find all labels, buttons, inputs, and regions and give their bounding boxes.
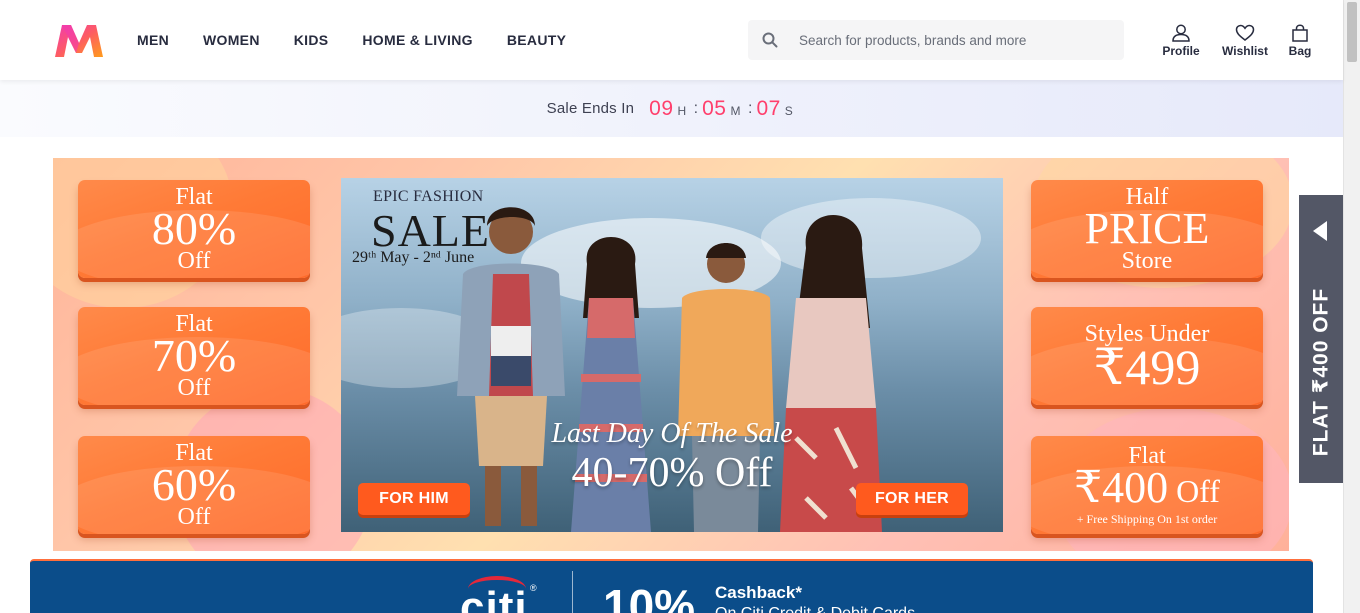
- search-bar[interactable]: [748, 20, 1124, 60]
- tile-big-text: 80%: [151, 203, 237, 254]
- sale-ends-label: Sale Ends In: [546, 100, 635, 117]
- profile-button[interactable]: Profile: [1155, 24, 1207, 64]
- myntra-logo-icon[interactable]: [53, 23, 105, 59]
- last-day-text: Last Day Of The Sale: [551, 418, 793, 449]
- tile-bottom-text: Off: [177, 375, 211, 401]
- header-actions: Profile Wishlist Bag: [1155, 24, 1317, 64]
- timer-separator: :: [747, 99, 753, 117]
- wishlist-button[interactable]: Wishlist: [1217, 24, 1273, 64]
- nav-beauty[interactable]: BEAUTY: [507, 32, 566, 48]
- for-her-button[interactable]: FOR HER: [856, 483, 968, 515]
- sale-dates: 29ᵗʰ May - 2ⁿᵈ June: [352, 249, 475, 266]
- cashback-subtitle: On Citi Credit & Debit Cards: [715, 605, 915, 613]
- wishlist-label: Wishlist: [1222, 44, 1268, 58]
- tile-flat-400-off[interactable]: Flat ₹400 Off + Free Shipping On 1st ord…: [1031, 436, 1263, 534]
- registered-mark: ®: [530, 583, 537, 593]
- bag-button[interactable]: Bag: [1283, 24, 1317, 64]
- profile-icon: [1172, 24, 1190, 42]
- tile-bottom-text: Off: [177, 504, 211, 530]
- timer-minutes-unit: M: [730, 103, 741, 118]
- citi-offer-banner[interactable]: citi ® 10% Cashback* On Citi Credit & De…: [30, 559, 1313, 613]
- tile-flat-80-off[interactable]: Flat 80% Off: [78, 180, 310, 278]
- tile-bottom-text: Off: [177, 248, 211, 274]
- hero-banner[interactable]: Flat 80% Off Flat 70% Off Flat 60% Off E…: [53, 158, 1289, 551]
- timer-separator: :: [693, 99, 699, 117]
- tile-big-text: ₹499: [1093, 339, 1201, 395]
- nav-kids[interactable]: KIDS: [294, 32, 329, 48]
- tile-styles-under-499[interactable]: Styles Under ₹499: [1031, 307, 1263, 405]
- site-header: MEN WOMEN KIDS HOME & LIVING BEAUTY Prof…: [0, 0, 1343, 80]
- for-him-button[interactable]: FOR HIM: [358, 483, 470, 515]
- main-nav: MEN WOMEN KIDS HOME & LIVING BEAUTY: [137, 0, 600, 80]
- tile-big-text: ₹400 Off: [1074, 465, 1220, 512]
- sale-timer-bar: Sale Ends In 09 H : 05 M : 07 S: [0, 80, 1343, 137]
- tile-big-text: 60%: [151, 459, 237, 510]
- citi-logo: citi: [460, 583, 528, 613]
- tile-flat-60-off[interactable]: Flat 60% Off: [78, 436, 310, 534]
- heart-icon: [1235, 24, 1255, 41]
- timer-seconds: 07: [756, 96, 781, 120]
- scrollbar-thumb[interactable]: [1347, 2, 1357, 62]
- cashback-percent: 10%: [603, 580, 696, 613]
- cashback-label: Cashback*: [715, 583, 802, 602]
- collapse-arrow-icon[interactable]: [1313, 221, 1327, 241]
- nav-men[interactable]: MEN: [137, 32, 169, 48]
- tile-big-amount: ₹400: [1074, 462, 1169, 512]
- flat-400-off-side-tab[interactable]: FLAT ₹400 OFF: [1299, 195, 1343, 483]
- tile-big-text: 70%: [151, 330, 237, 381]
- divider: [572, 571, 573, 613]
- hero-photo[interactable]: EPIC FASHION SALE 29ᵗʰ May - 2ⁿᵈ June La…: [341, 178, 1003, 532]
- nav-home-living[interactable]: HOME & LIVING: [362, 32, 472, 48]
- search-icon[interactable]: [748, 20, 792, 60]
- tile-big-text: PRICE: [1084, 204, 1210, 253]
- tile-bottom-text: Store: [1121, 248, 1173, 274]
- tile-note-text: + Free Shipping On 1st order: [1076, 511, 1218, 526]
- tile-flat-70-off[interactable]: Flat 70% Off: [78, 307, 310, 405]
- timer-hours-unit: H: [677, 103, 687, 118]
- tile-half-price-store[interactable]: Half PRICE Store: [1031, 180, 1263, 278]
- profile-label: Profile: [1162, 44, 1200, 58]
- timer-seconds-unit: S: [784, 103, 794, 118]
- page-scrollbar[interactable]: [1343, 0, 1360, 613]
- timer-hours: 09: [649, 96, 674, 120]
- side-tab-text: FLAT ₹400 OFF: [1309, 287, 1333, 457]
- search-input[interactable]: [792, 32, 1102, 48]
- nav-women[interactable]: WOMEN: [203, 32, 260, 48]
- bag-icon: [1292, 24, 1308, 42]
- bag-label: Bag: [1288, 44, 1312, 58]
- tile-off-text: Off: [1168, 472, 1220, 509]
- timer-minutes: 05: [702, 96, 727, 120]
